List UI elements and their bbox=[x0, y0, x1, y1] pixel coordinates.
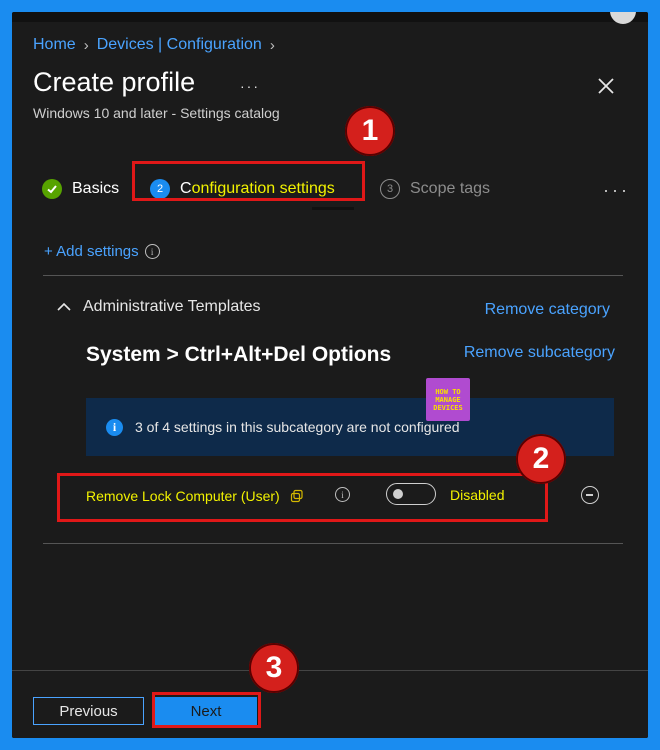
tab-basics-label: Basics bbox=[72, 180, 120, 197]
remove-subcategory-link[interactable]: Remove subcategory bbox=[464, 344, 615, 362]
step-number: 3 bbox=[380, 179, 400, 199]
more-options-icon[interactable]: ··· bbox=[240, 78, 260, 94]
chevron-right-icon: › bbox=[269, 36, 275, 54]
info-icon: i bbox=[106, 418, 123, 436]
top-bar bbox=[12, 12, 648, 22]
logo-line: HOW TO bbox=[435, 387, 461, 396]
breadcrumb-devices[interactable]: Devices | Configuration bbox=[97, 36, 262, 54]
breadcrumb: Home › Devices | Configuration › bbox=[33, 36, 275, 54]
how-to-manage-devices-logo: HOW TO MANAGE DEVICES bbox=[426, 378, 470, 421]
annotation-badge: 2 bbox=[516, 434, 566, 484]
add-settings-link[interactable]: + Add settings i bbox=[44, 243, 160, 260]
checkmark-icon bbox=[42, 179, 62, 199]
annotation-badge: 3 bbox=[249, 643, 299, 693]
annotation-box bbox=[132, 161, 365, 201]
tab-scope-tags[interactable]: 3 Scope tags bbox=[380, 167, 490, 211]
close-icon[interactable] bbox=[596, 76, 616, 96]
subcategory-title: System > Ctrl+Alt+Del Options bbox=[86, 343, 392, 366]
category-name: Administrative Templates bbox=[83, 298, 261, 315]
annotation-badge: 1 bbox=[345, 106, 395, 156]
breadcrumb-home[interactable]: Home bbox=[33, 36, 76, 54]
category-header[interactable]: Administrative Templates bbox=[57, 298, 261, 316]
annotation-box bbox=[152, 692, 261, 728]
info-banner-text: 3 of 4 settings in this subcategory are … bbox=[135, 419, 460, 435]
logo-line: MANAGE bbox=[435, 395, 461, 404]
avatar[interactable] bbox=[610, 12, 636, 24]
divider bbox=[43, 275, 623, 276]
remove-setting-icon[interactable] bbox=[581, 486, 599, 504]
chevron-up-icon bbox=[57, 302, 71, 311]
more-tabs-icon[interactable]: ··· bbox=[603, 180, 630, 201]
add-settings-label: + Add settings bbox=[44, 243, 139, 260]
tab-basics[interactable]: Basics bbox=[42, 167, 119, 211]
page-subtitle: Windows 10 and later - Settings catalog bbox=[33, 105, 280, 121]
info-icon: i bbox=[144, 244, 160, 259]
chevron-right-icon: › bbox=[83, 36, 89, 54]
logo-line: DEVICES bbox=[433, 403, 463, 412]
divider bbox=[43, 543, 623, 544]
create-profile-blade: Home › Devices | Configuration › Create … bbox=[12, 12, 648, 738]
remove-category-link[interactable]: Remove category bbox=[485, 301, 610, 319]
previous-button[interactable]: Previous bbox=[33, 697, 144, 725]
annotation-box bbox=[57, 473, 548, 522]
page-title: Create profile bbox=[33, 67, 196, 97]
tab-scope-label: Scope tags bbox=[410, 180, 491, 197]
active-tab-indicator bbox=[312, 207, 354, 210]
